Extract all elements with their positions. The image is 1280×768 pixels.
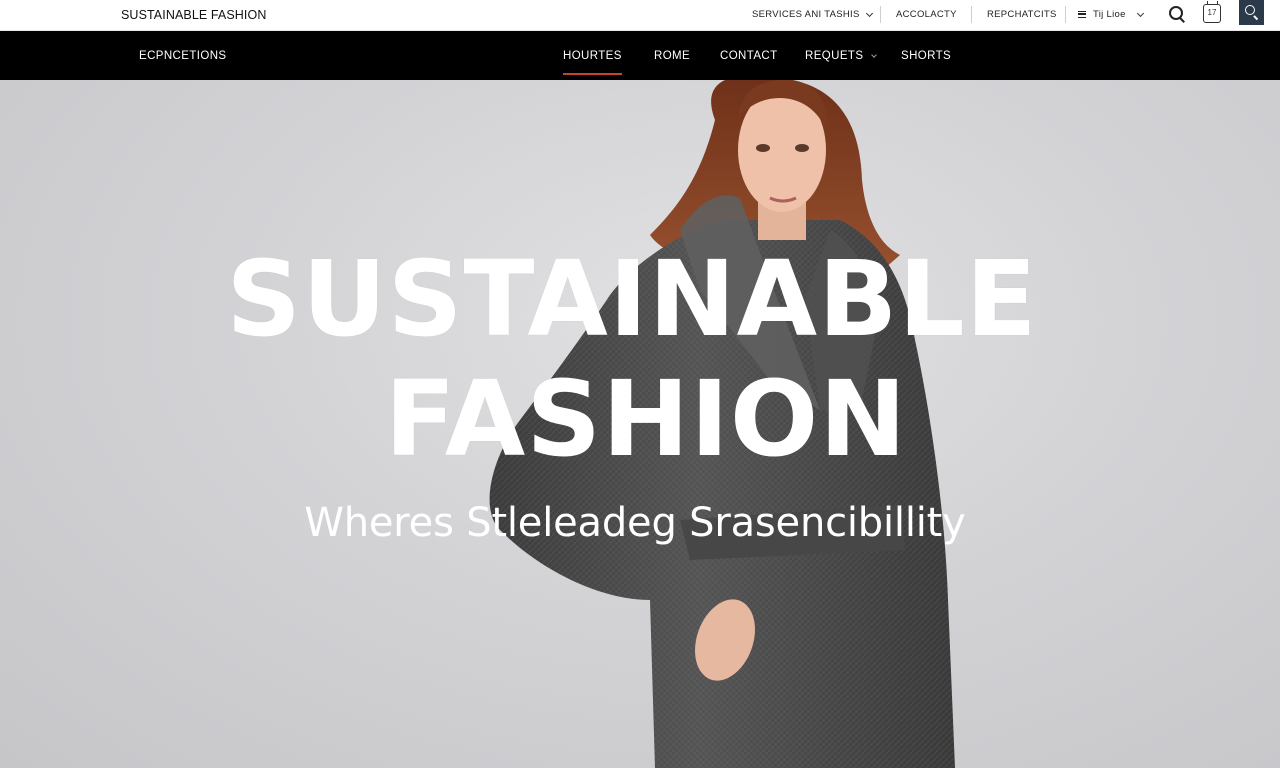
services-menu-label: SERVICES ANI TASHIS (752, 9, 860, 20)
repchatcits-label: REPCHATCITS (987, 9, 1057, 20)
hero-subtitle: Wheres Stleleadeg Srasencibillity (304, 500, 966, 546)
hero-title-line2: FASHION (384, 358, 908, 480)
divider (971, 6, 972, 23)
nav-item-hourtes[interactable]: HOURTES (563, 50, 622, 75)
language-selector[interactable]: Tij Lioe (1078, 9, 1144, 20)
repchatcits-link[interactable]: REPCHATCITS (987, 9, 1057, 20)
utility-bar: SUSTAINABLE FASHION SERVICES ANI TASHIS … (0, 0, 1280, 31)
accolacty-label: ACCOLACTY (896, 9, 957, 20)
nav-item-label: REQUETS (805, 50, 864, 62)
nav-ecpncetions[interactable]: ECPNCETIONS (139, 50, 226, 62)
calendar-icon[interactable]: 17 (1203, 1, 1221, 23)
chevron-down-icon (871, 51, 878, 58)
brand-logo[interactable]: SUSTAINABLE FASHION (121, 8, 266, 22)
menu-icon (1078, 11, 1086, 18)
search-icon[interactable] (1168, 5, 1186, 23)
nav-item-label: ROME (654, 50, 691, 62)
nav-item-requets[interactable]: REQUETS (805, 50, 878, 62)
language-label: Tij Lioe (1093, 9, 1126, 20)
nav-item-label: HOURTES (563, 50, 622, 62)
main-nav: ECPNCETIONS HOURTES ROME CONTACT REQUETS… (0, 31, 1280, 80)
chevron-down-icon (1136, 9, 1144, 17)
nav-item-contact[interactable]: CONTACT (720, 50, 778, 62)
divider (1065, 6, 1066, 23)
hero-title-line1: SUSTAINABLE (226, 238, 1038, 360)
nav-item-shorts[interactable]: SHORTS (901, 50, 951, 62)
calendar-day: 17 (1207, 8, 1217, 17)
divider (880, 6, 881, 23)
nav-item-label: SHORTS (901, 50, 952, 62)
hero-banner: SUSTAINABLE FASHION Wheres Stleleadeg Sr… (0, 80, 1280, 768)
chevron-down-icon (865, 9, 873, 17)
search-button[interactable] (1239, 0, 1264, 25)
accolacty-link[interactable]: ACCOLACTY (896, 9, 957, 20)
services-menu[interactable]: SERVICES ANI TASHIS (752, 9, 873, 20)
nav-item-rome[interactable]: ROME (654, 50, 690, 62)
nav-item-label: CONTACT (720, 50, 778, 62)
